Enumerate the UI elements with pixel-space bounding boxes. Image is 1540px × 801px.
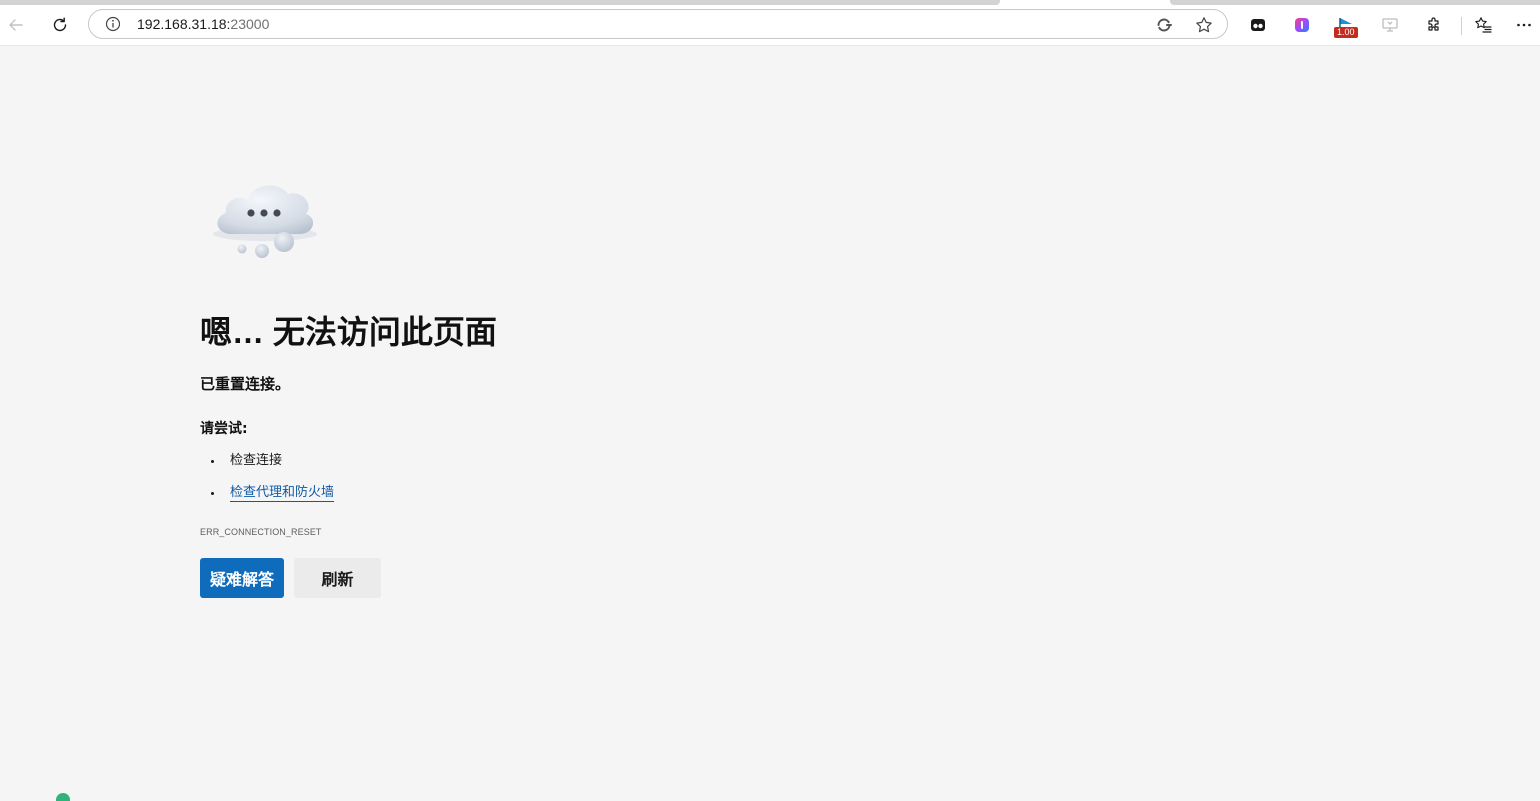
extension-button-1[interactable] [1242, 9, 1274, 41]
error-description: 已重置连接。 [200, 375, 291, 393]
back-button[interactable] [0, 9, 32, 41]
back-arrow-icon [9, 19, 23, 31]
corner-indicator [56, 793, 70, 801]
error-code: ERR_CONNECTION_RESET [200, 527, 322, 537]
url-port: 23000 [230, 16, 270, 32]
toolbar-divider [1461, 17, 1462, 35]
extension-gray-icon [1382, 18, 1398, 32]
troubleshoot-button[interactable]: 疑难解答 [200, 558, 284, 598]
bullet-icon [211, 460, 214, 463]
edge-refresh-icon [1157, 18, 1172, 32]
extension-button-2[interactable] [1286, 9, 1318, 41]
cloud-icon [213, 185, 317, 258]
url-text[interactable]: 192.168.31.18:23000 [137, 16, 269, 32]
suggestions-heading: 请尝试: [200, 421, 248, 437]
more-button[interactable] [1508, 9, 1540, 41]
refresh-button[interactable]: 刷新 [294, 558, 381, 598]
browser-toolbar: 192.168.31.18:23000 1.00 [0, 5, 1540, 46]
info-icon[interactable] [105, 16, 121, 32]
extension-badge: 1.00 [1334, 27, 1358, 38]
reload-button[interactable] [44, 9, 76, 41]
star-icon [1196, 17, 1212, 33]
extension-button-4[interactable] [1374, 9, 1406, 41]
extension-gradient-icon [1295, 18, 1309, 32]
extension-dark-icon [1251, 19, 1265, 31]
url-host: 192.168.31.18: [137, 16, 231, 32]
suggestion-item: 检查连接 [200, 451, 334, 483]
page-title: 嗯… 无法访问此页面 [200, 314, 497, 350]
favorite-button[interactable] [1193, 14, 1215, 36]
bullet-icon [211, 492, 214, 495]
suggestion-text-check-connection: 检查连接 [230, 453, 283, 468]
suggestion-item: 检查代理和防火墙 [200, 483, 335, 515]
refresh-icon [53, 17, 67, 32]
extensions-button[interactable] [1418, 9, 1450, 41]
address-bar[interactable]: 192.168.31.18:23000 [88, 9, 1228, 39]
edge-refresh-button[interactable] [1153, 14, 1175, 36]
favorites-list-icon [1475, 17, 1492, 33]
check-proxy-firewall-link[interactable]: 检查代理和防火墙 [230, 485, 335, 502]
puzzle-icon [1428, 17, 1439, 31]
suggestion-list: 检查连接 检查代理和防火墙 [200, 451, 335, 515]
favorites-button[interactable] [1467, 9, 1499, 41]
more-icon [1517, 23, 1531, 27]
